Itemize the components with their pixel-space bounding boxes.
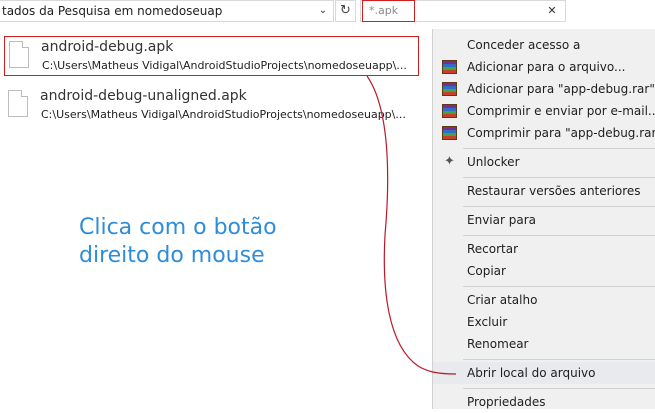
annotation-arrow [366, 75, 457, 375]
